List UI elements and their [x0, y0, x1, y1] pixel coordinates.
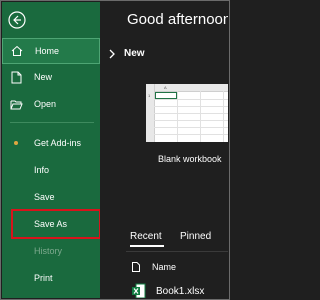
- nav-item-home[interactable]: Home: [2, 38, 100, 64]
- nav-item-info[interactable]: Info: [2, 157, 100, 183]
- nav-item-print[interactable]: Print: [2, 265, 100, 291]
- nav-item-open[interactable]: Open: [2, 91, 100, 117]
- nav-item-save[interactable]: Save: [2, 184, 100, 210]
- column-header: [146, 84, 228, 92]
- new-document-icon: [2, 71, 30, 84]
- excel-file-icon: [132, 283, 146, 298]
- nav-separator: [10, 122, 94, 123]
- tab-pinned[interactable]: Pinned: [180, 231, 211, 242]
- nav-item-history: History: [2, 238, 100, 264]
- nav-item-get-add-ins[interactable]: Get Add-ins: [2, 130, 100, 156]
- file-list-header[interactable]: Name: [132, 262, 176, 272]
- recent-file-row[interactable]: Book1.xlsx: [132, 283, 204, 298]
- file-type-icon: [132, 262, 140, 272]
- save-as-highlight: [11, 209, 101, 239]
- blank-workbook-label[interactable]: Blank workbook: [158, 154, 222, 164]
- folder-open-icon: [2, 99, 30, 110]
- nav-item-label: New: [34, 72, 53, 82]
- blank-workbook-thumbnail[interactable]: A 1: [146, 84, 228, 142]
- nav-item-label: Home: [35, 46, 60, 56]
- nav-item-label: Save: [34, 192, 55, 202]
- nav-item-new[interactable]: New: [2, 64, 100, 90]
- dot-indicator: [2, 141, 30, 145]
- nav-item-label: Open: [34, 99, 57, 109]
- list-divider: [126, 251, 228, 252]
- backstage-content: Good afternoon New A 1 Blank workbook Re…: [100, 2, 228, 298]
- name-column-label: Name: [152, 262, 177, 272]
- backstage-window: Home New Open Get Add-ins Info Save Save…: [0, 0, 230, 300]
- nav-item-label: History: [34, 246, 63, 256]
- greeting-title: Good afternoon: [127, 11, 228, 28]
- chevron-right-icon: [109, 49, 115, 58]
- back-arrow-icon: [8, 11, 26, 29]
- nav-item-label: Get Add-ins: [34, 138, 82, 148]
- nav-item-label: Print: [34, 273, 53, 283]
- back-button[interactable]: [8, 11, 26, 29]
- home-icon: [3, 45, 31, 57]
- selected-cell: [155, 92, 177, 99]
- nav-item-label: Info: [34, 165, 50, 175]
- new-section-header[interactable]: New: [108, 48, 145, 59]
- column-a-label: A: [164, 85, 167, 90]
- row-1-label: 1: [148, 93, 151, 98]
- backstage-nav: Home New Open Get Add-ins Info Save Save…: [2, 2, 100, 298]
- active-tab-indicator: [130, 245, 164, 247]
- recent-file-name: Book1.xlsx: [156, 285, 205, 297]
- tab-recent[interactable]: Recent: [130, 231, 162, 242]
- new-section-label: New: [124, 48, 145, 59]
